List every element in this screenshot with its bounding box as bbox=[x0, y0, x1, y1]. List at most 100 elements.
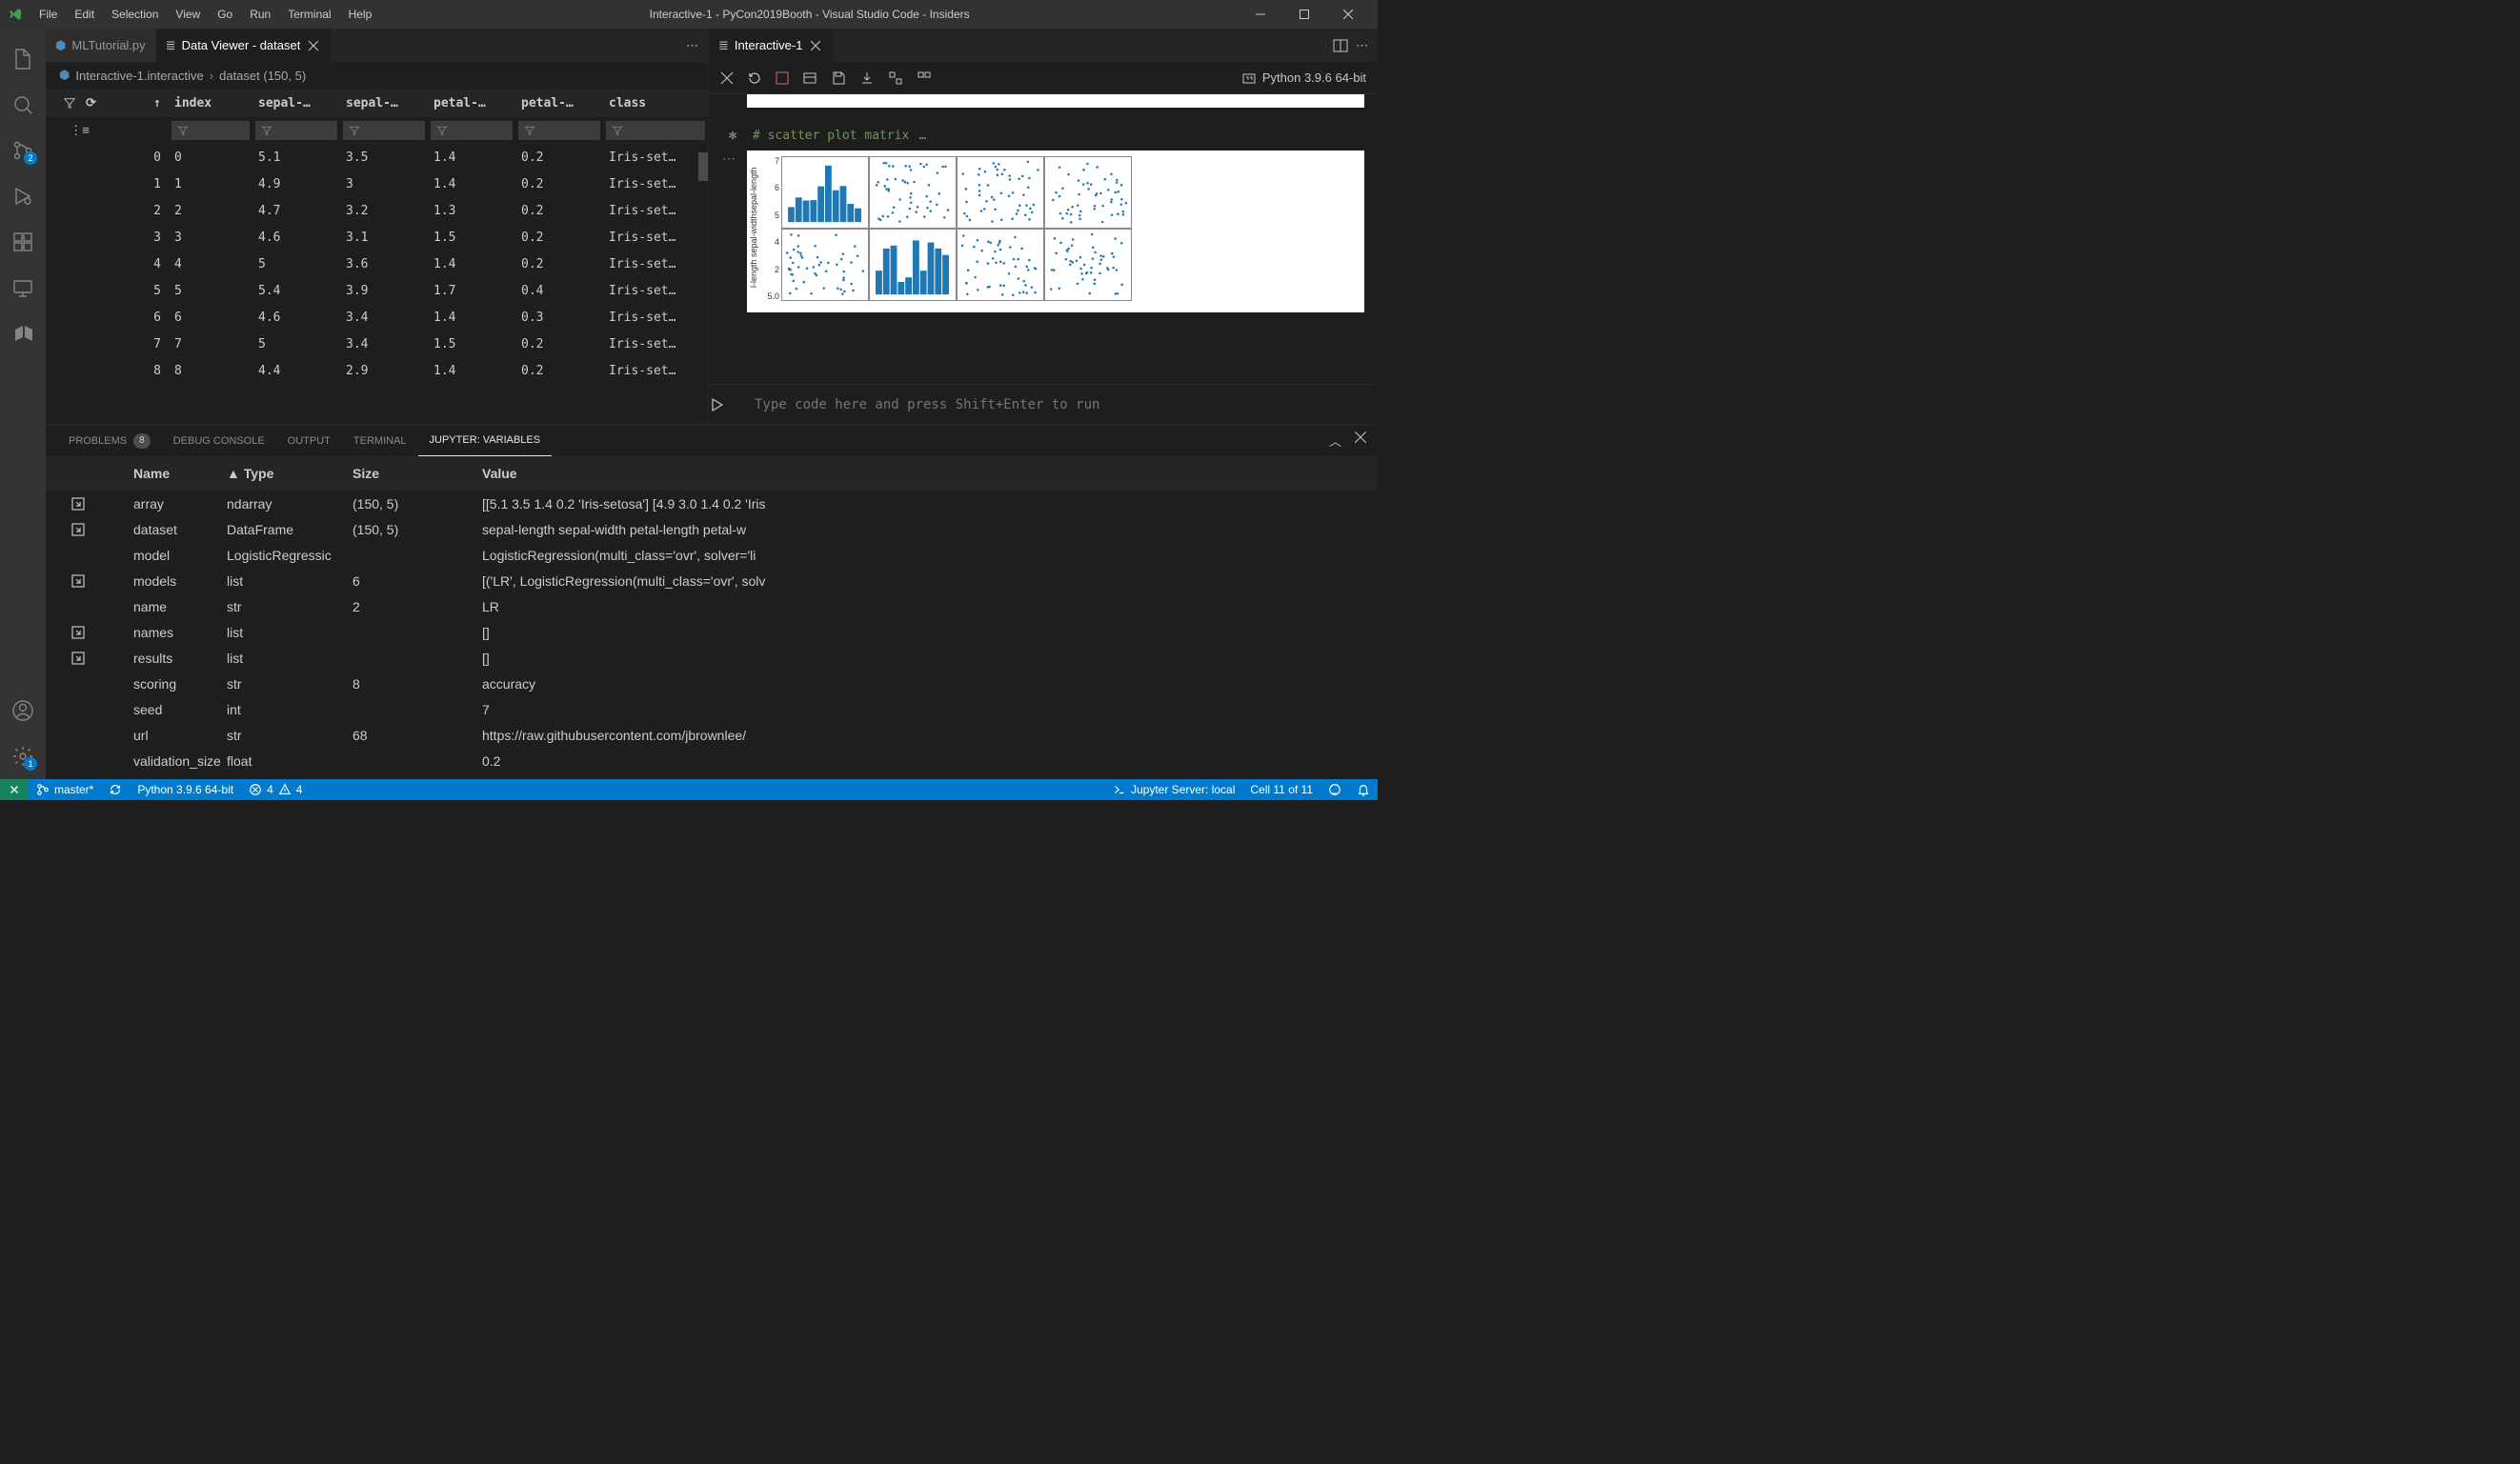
col-header-class[interactable]: class bbox=[603, 96, 708, 110]
table-row[interactable]: 224.73.21.30.2Iris-set… bbox=[46, 197, 708, 224]
table-row[interactable]: 884.42.91.40.2Iris-set… bbox=[46, 357, 708, 384]
variable-row[interactable]: modelslist6[('LR', LogisticRegression(mu… bbox=[46, 568, 1378, 593]
problems-status[interactable]: 4 4 bbox=[241, 779, 310, 800]
expand-variable-icon[interactable] bbox=[51, 625, 105, 640]
run-debug-icon[interactable] bbox=[0, 173, 46, 219]
expand-variable-icon[interactable] bbox=[51, 522, 105, 537]
variable-row[interactable]: resultslist[] bbox=[46, 645, 1378, 671]
menu-file[interactable]: File bbox=[30, 0, 66, 29]
menu-view[interactable]: View bbox=[167, 0, 209, 29]
python-interpreter[interactable]: Python 3.9.6 64-bit bbox=[130, 779, 241, 800]
tab-mltutorial[interactable]: ⬢ MLTutorial.py bbox=[46, 29, 156, 62]
col-header-sepal-width[interactable]: sepal-… bbox=[340, 96, 428, 110]
expand-variable-icon[interactable] bbox=[51, 651, 105, 666]
filter-input[interactable] bbox=[169, 121, 252, 140]
variable-row[interactable]: validation_sizefloat0.2 bbox=[46, 748, 1378, 773]
breadcrumb[interactable]: ⬢ Interactive-1.interactive › dataset (1… bbox=[46, 62, 708, 89]
scrollbar-thumb[interactable] bbox=[698, 152, 708, 181]
clear-icon[interactable] bbox=[720, 71, 734, 85]
explorer-icon[interactable] bbox=[0, 36, 46, 82]
save-icon[interactable] bbox=[831, 70, 846, 86]
gutter-more-icon[interactable]: ⋯ bbox=[722, 150, 747, 312]
table-row[interactable]: 334.63.11.50.2Iris-set… bbox=[46, 224, 708, 251]
vh-type[interactable]: ▲ Type bbox=[227, 466, 353, 481]
panel-tab-terminal[interactable]: TERMINAL bbox=[342, 425, 418, 456]
panel-tab-jupyter-variables[interactable]: JUPYTER: VARIABLES bbox=[418, 425, 553, 456]
vh-value[interactable]: Value bbox=[482, 466, 1378, 481]
breadcrumb-item[interactable]: Interactive-1.interactive bbox=[75, 69, 203, 83]
python-env-selector[interactable]: Python 3.9.6 64-bit bbox=[1241, 70, 1366, 86]
more-icon[interactable]: ⋯ bbox=[1356, 38, 1368, 53]
variable-row[interactable]: seedint7 bbox=[46, 696, 1378, 722]
table-row[interactable]: 555.43.91.70.4Iris-set… bbox=[46, 277, 708, 304]
variable-row[interactable]: modelLogisticRegressicLogisticRegression… bbox=[46, 542, 1378, 568]
table-row[interactable]: 664.63.41.40.3Iris-set… bbox=[46, 304, 708, 331]
close-panel-icon[interactable] bbox=[1355, 431, 1366, 450]
tab-interactive[interactable]: ≣ Interactive-1 bbox=[709, 29, 834, 62]
tab-data-viewer[interactable]: ≣ Data Viewer - dataset bbox=[156, 29, 333, 62]
scrollbar[interactable] bbox=[698, 152, 708, 424]
export-icon[interactable] bbox=[859, 70, 875, 86]
filter-input[interactable] bbox=[252, 121, 340, 140]
vh-name[interactable]: Name bbox=[105, 466, 227, 481]
collapse-icon[interactable] bbox=[917, 70, 932, 86]
more-icon[interactable]: ⋯ bbox=[686, 38, 698, 53]
feedback-icon[interactable] bbox=[1320, 779, 1349, 800]
variable-row[interactable]: datasetDataFrame(150, 5)sepal-length sep… bbox=[46, 516, 1378, 542]
run-icon[interactable] bbox=[709, 397, 747, 412]
cell-header[interactable]: ✻ # scatter plot matrix … bbox=[709, 129, 1378, 143]
menu-terminal[interactable]: Terminal bbox=[279, 0, 339, 29]
expand-variable-icon[interactable] bbox=[51, 496, 105, 511]
close-button[interactable] bbox=[1326, 0, 1370, 29]
remote-indicator[interactable] bbox=[0, 779, 29, 800]
table-row[interactable]: 4453.61.40.2Iris-set… bbox=[46, 251, 708, 277]
accounts-icon[interactable] bbox=[0, 688, 46, 733]
extensions-icon[interactable] bbox=[0, 219, 46, 265]
menu-help[interactable]: Help bbox=[340, 0, 381, 29]
panel-tab-debug-console[interactable]: DEBUG CONSOLE bbox=[162, 425, 276, 456]
minimize-button[interactable] bbox=[1239, 0, 1282, 29]
snowflake-icon[interactable]: ✻ bbox=[722, 129, 743, 143]
interrupt-icon[interactable] bbox=[776, 71, 789, 85]
git-branch[interactable]: master* bbox=[29, 779, 101, 800]
table-row[interactable]: 7753.41.50.2Iris-set… bbox=[46, 331, 708, 357]
restart-icon[interactable] bbox=[747, 70, 762, 86]
split-editor-icon[interactable] bbox=[1333, 38, 1348, 53]
refresh-icon[interactable]: ⟳ bbox=[86, 96, 96, 110]
expand-icon[interactable] bbox=[888, 70, 903, 86]
variable-row[interactable]: namestr2LR bbox=[46, 593, 1378, 619]
col-header-sepal-length[interactable]: sepal-… bbox=[252, 96, 340, 110]
sync-button[interactable] bbox=[101, 779, 130, 800]
chevron-up-icon[interactable]: ︿ bbox=[1329, 431, 1341, 450]
options-icon[interactable]: ⋮≡ bbox=[70, 123, 90, 138]
filter-input[interactable] bbox=[515, 121, 603, 140]
menu-go[interactable]: Go bbox=[209, 0, 241, 29]
settings-gear-icon[interactable]: 1 bbox=[0, 733, 46, 779]
variable-row[interactable]: scoringstr8accuracy bbox=[46, 671, 1378, 696]
variable-row[interactable]: nameslist[] bbox=[46, 619, 1378, 645]
variable-row[interactable]: arrayndarray(150, 5)[[5.1 3.5 1.4 0.2 'I… bbox=[46, 491, 1378, 516]
vh-size[interactable]: Size bbox=[353, 466, 482, 481]
notifications-icon[interactable] bbox=[1349, 779, 1378, 800]
filter-input[interactable] bbox=[603, 121, 708, 140]
table-row[interactable]: 114.931.40.2Iris-set… bbox=[46, 170, 708, 197]
variables-icon[interactable] bbox=[802, 70, 817, 86]
filter-input[interactable] bbox=[428, 121, 515, 140]
col-header-index[interactable]: index bbox=[169, 96, 252, 110]
menu-selection[interactable]: Selection bbox=[103, 0, 167, 29]
close-icon[interactable] bbox=[306, 38, 321, 53]
filter-icon[interactable] bbox=[63, 96, 76, 110]
search-icon[interactable] bbox=[0, 82, 46, 128]
cell-position[interactable]: Cell 11 of 11 bbox=[1242, 779, 1320, 800]
variable-row[interactable]: urlstr68https://raw.githubusercontent.co… bbox=[46, 722, 1378, 748]
jupyter-server[interactable]: Jupyter Server: local bbox=[1105, 779, 1242, 800]
sort-up-icon[interactable]: ↑ bbox=[121, 96, 169, 110]
table-row[interactable]: 005.13.51.40.2Iris-set… bbox=[46, 144, 708, 170]
bookmarks-icon[interactable] bbox=[0, 311, 46, 356]
ellipsis-icon[interactable]: … bbox=[918, 129, 928, 143]
menu-edit[interactable]: Edit bbox=[66, 0, 103, 29]
panel-tab-problems[interactable]: PROBLEMS 8 bbox=[57, 425, 162, 456]
menu-run[interactable]: Run bbox=[241, 0, 279, 29]
breadcrumb-item[interactable]: dataset (150, 5) bbox=[219, 69, 306, 83]
col-header-petal-width[interactable]: petal-… bbox=[515, 96, 603, 110]
